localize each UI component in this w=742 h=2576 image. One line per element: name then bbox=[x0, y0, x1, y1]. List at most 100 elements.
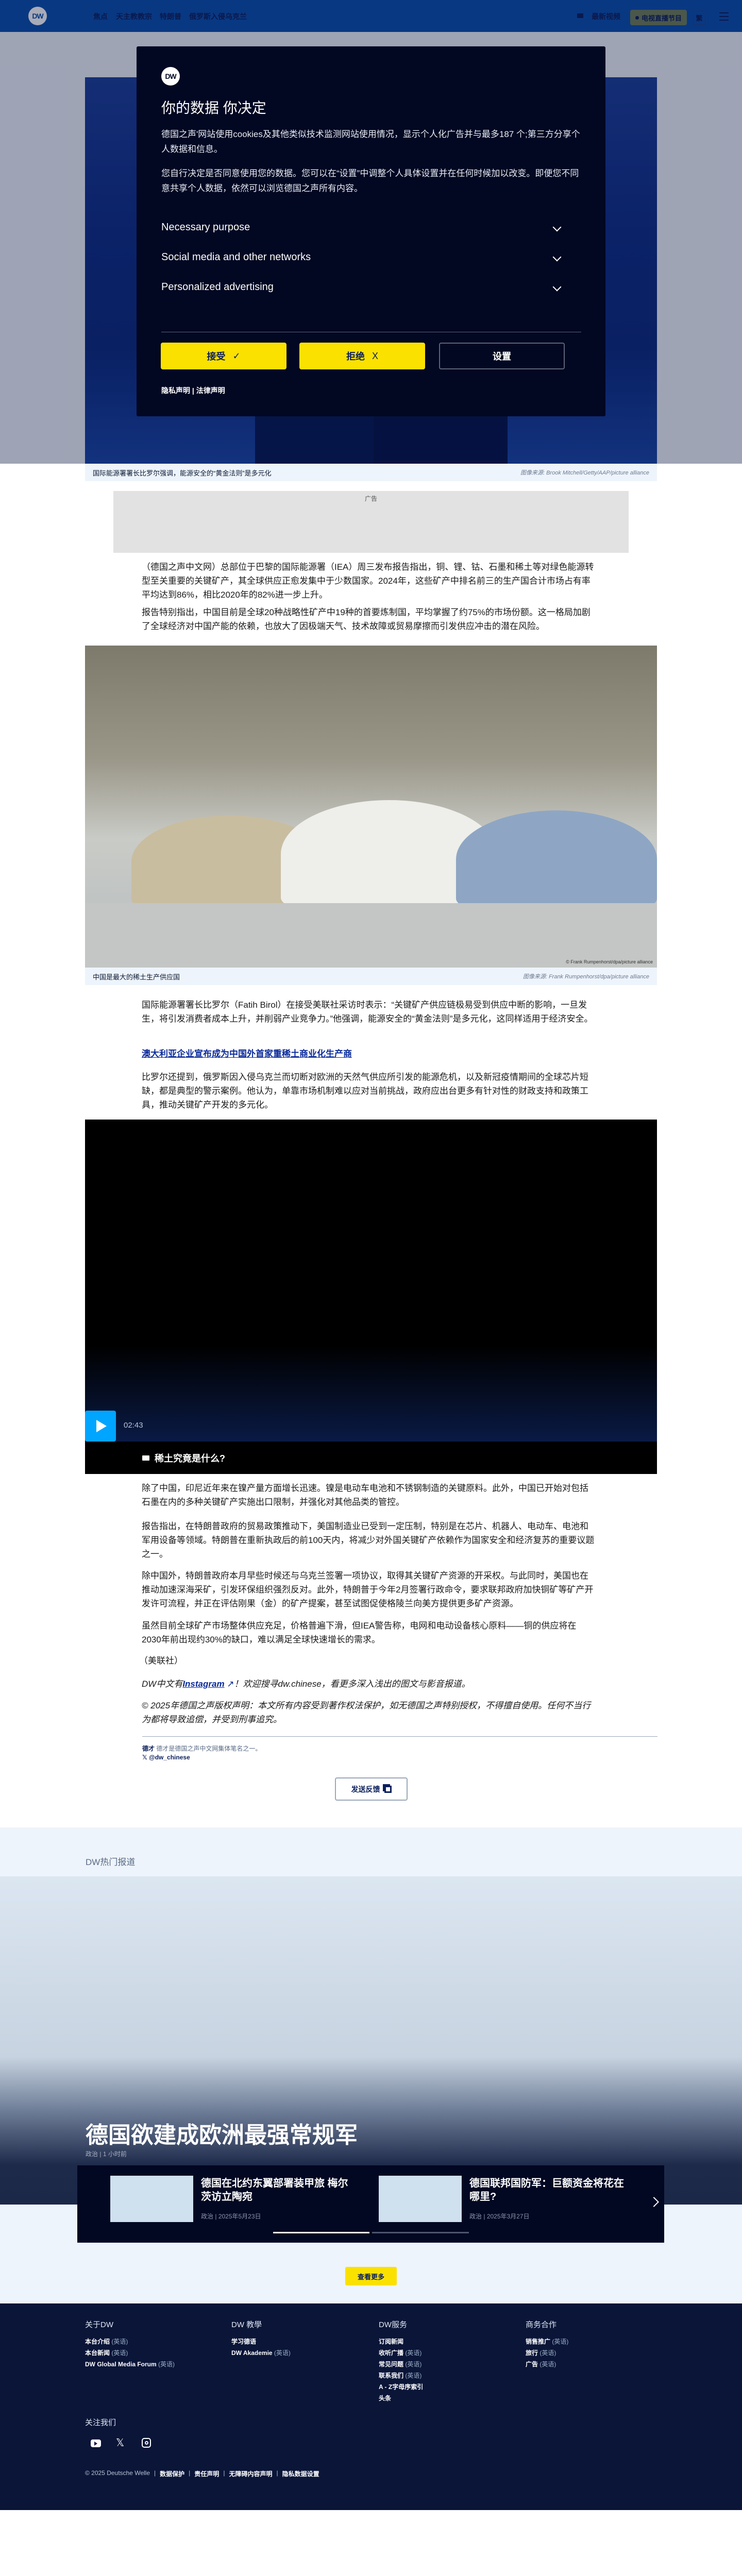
footer-link[interactable]: 头条 bbox=[379, 2393, 423, 2404]
more-button[interactable]: 查看更多 bbox=[345, 2267, 397, 2285]
footer-heading: DW 教學 bbox=[231, 2320, 262, 2329]
image-caption: 中国是最大的稀土生产供应国 图像来源: Frank Rumpenhorst/dp… bbox=[85, 968, 657, 985]
footer-link[interactable]: 学习德语 bbox=[231, 2336, 291, 2347]
settings-button[interactable]: 设置 bbox=[439, 343, 565, 369]
hot-topic-time: 1 小时前 bbox=[103, 2150, 127, 2158]
accept-button[interactable]: 接受 ✓ bbox=[161, 343, 286, 369]
accordion-label: Necessary purpose bbox=[161, 221, 250, 233]
carousel-indicator[interactable] bbox=[372, 2232, 469, 2233]
hot-topic-title[interactable]: 德国欲建成欧洲最强常规军 bbox=[86, 2116, 358, 2149]
article-paragraph: （德国之声中文网）总部位于巴黎的国际能源署（IEA）周三发布报告指出，铜、锂、钴… bbox=[142, 562, 594, 600]
video-duration: 02:43 bbox=[124, 1421, 143, 1430]
article-paragraph: 虽然目前全球矿产市场整体供应充足，价格普遍下滑，但IEA警告称，电网和电动设备核… bbox=[142, 1621, 577, 1645]
article-paragraph: 报告指出，在特朗普政府的贸易政策推动下，美国制造业已受到一定压制，特别是在芯片、… bbox=[142, 1521, 595, 1559]
divider bbox=[142, 1736, 657, 1737]
instagram-link[interactable]: Instagram bbox=[182, 1679, 224, 1689]
accordion-social[interactable]: Social media and other networks bbox=[161, 242, 581, 272]
footer-link[interactable]: 本台介绍 (英语) bbox=[85, 2336, 175, 2347]
footer-heading: 关于DW bbox=[85, 2320, 113, 2329]
card-title[interactable]: 德国联邦国防军：巨额资金将花在哪里? bbox=[469, 2177, 624, 2204]
card-title[interactable]: 德国在北约东翼部署装甲旅 梅尔茨访立陶宛 bbox=[201, 2177, 356, 2204]
related-carousel: 德国在北约东翼部署装甲旅 梅尔茨访立陶宛 政治 | 2025年5月23日 德国联… bbox=[77, 2165, 664, 2243]
rare-earth-image: © Frank Rumpenhorst/dpa/picture alliance bbox=[85, 646, 657, 968]
external-link-icon: ↗ bbox=[224, 1679, 234, 1689]
card-meta: 政治 | 2025年5月23日 bbox=[201, 2213, 261, 2220]
hero-caption: 国际能源署署长比罗尔强调，能源安全的“黄金法则”是多元化 图像来源: Brook… bbox=[85, 464, 657, 481]
privacy-link[interactable]: 隐私声明 bbox=[161, 386, 190, 395]
consent-links: 隐私声明 | 法律声明 bbox=[161, 386, 225, 395]
play-icon bbox=[96, 1420, 107, 1432]
play-button[interactable] bbox=[85, 1411, 116, 1442]
instagram-promo: DW中文有Instagram ↗！欢迎搜寻dw.chinese，看更多深入浅出的… bbox=[142, 1677, 595, 1691]
footer-heading: 商务合作 bbox=[526, 2320, 557, 2329]
carousel-indicator-active[interactable] bbox=[273, 2232, 369, 2233]
chevron-right-icon[interactable] bbox=[649, 2197, 659, 2207]
consent-title: 你的数据 你决定 bbox=[161, 100, 266, 116]
author-box: 德才 德才是德国之声中文网集体笔名之一。 𝕏 @dw_chinese bbox=[142, 1744, 261, 1762]
consent-text: 德国之声'网站使用cookies及其他类似技术监测网站使用情况，显示个人化广告并… bbox=[161, 129, 580, 154]
footer-link[interactable]: 本台新闻 (英语) bbox=[85, 2347, 175, 2359]
footer-column-services: DW服务 订阅新闻 收听广播 (英语) 常见问题 (英语) 联系我们 (英语) … bbox=[379, 2319, 423, 2404]
footer-legal-link[interactable]: 数据保护 bbox=[160, 2469, 184, 2478]
youtube-icon[interactable] bbox=[91, 2439, 101, 2447]
chevron-down-icon bbox=[552, 282, 562, 292]
video-camera-icon bbox=[142, 1455, 149, 1461]
feedback-label: 发送反馈 bbox=[351, 1785, 380, 1793]
footer-legal-link[interactable]: 隐私数据设置 bbox=[282, 2469, 319, 2478]
chevron-down-icon bbox=[552, 223, 562, 232]
powder-pile bbox=[456, 810, 657, 908]
instagram-icon[interactable] bbox=[142, 2438, 151, 2448]
x-icon: 𝕏 bbox=[142, 1754, 147, 1761]
accordion-advertising[interactable]: Personalized advertising bbox=[161, 272, 581, 302]
accordion-necessary[interactable]: Necessary purpose bbox=[161, 212, 581, 242]
card-category: 政治 bbox=[201, 2213, 214, 2220]
footer-heading: DW服务 bbox=[379, 2320, 407, 2329]
footer-link[interactable]: 常见问题 (英语) bbox=[379, 2359, 423, 2370]
accordion-label: Personalized advertising bbox=[161, 281, 274, 293]
footer-link[interactable]: 广告 (英语) bbox=[526, 2359, 568, 2370]
footer-link[interactable]: A - Z字母序索引 bbox=[379, 2381, 423, 2393]
footer-link[interactable]: 销售推广 (英语) bbox=[526, 2336, 568, 2347]
article-paragraph: 报告特别指出，中国目前是全球20种战略性矿产中19种的首要炼制国，平均掌握了约7… bbox=[142, 607, 591, 631]
check-icon: ✓ bbox=[232, 350, 241, 361]
copy-icon bbox=[384, 1785, 392, 1793]
card-thumbnail[interactable] bbox=[379, 2176, 462, 2222]
reject-button[interactable]: 拒绝 X bbox=[299, 343, 425, 369]
footer-column-business: 商务合作 销售推广 (英语) 旅行 (英语) 广告 (英语) bbox=[526, 2319, 568, 2370]
send-feedback-button[interactable]: 发送反馈 bbox=[335, 1777, 408, 1801]
related-article-link[interactable]: 澳大利亚企业宣布成为中国外首家重稀土商业化生产商 bbox=[142, 1047, 595, 1061]
accept-label: 接受 bbox=[207, 351, 226, 362]
settings-label: 设置 bbox=[493, 351, 511, 362]
ad-label: 广告 bbox=[364, 495, 377, 502]
card-thumbnail[interactable] bbox=[110, 2176, 193, 2222]
footer-link[interactable]: DW Global Media Forum (英语) bbox=[85, 2359, 175, 2370]
x-icon[interactable]: 𝕏 bbox=[116, 2436, 124, 2449]
footer-link[interactable]: 联系我们 (英语) bbox=[379, 2370, 423, 2381]
image-caption-credit: 图像来源: Frank Rumpenhorst/dpa/picture alli… bbox=[522, 974, 649, 980]
author-name[interactable]: 德才 bbox=[142, 1745, 155, 1752]
article-paragraph: 国际能源署署长比罗尔（Fatih Birol）在接受美联社采访时表示：“关键矿产… bbox=[142, 1000, 593, 1024]
legal-link[interactable]: 法律声明 bbox=[196, 386, 225, 395]
footer-link[interactable]: 旅行 (英语) bbox=[526, 2347, 568, 2359]
reject-label: 拒绝 bbox=[346, 351, 365, 362]
site-footer: 关于DW 本台介绍 (英语) 本台新闻 (英语) DW Global Media… bbox=[0, 2303, 742, 2510]
follow-us-label: 关注我们 bbox=[85, 2418, 116, 2427]
video-player[interactable] bbox=[85, 1120, 657, 1442]
copyright-notice: © 2025年德国之声版权声明：本文所有内容受到著作权法保护，如无德国之声特别授… bbox=[142, 1701, 591, 1724]
video-title: 稀土究竟是什么? bbox=[155, 1453, 225, 1464]
footer-link[interactable]: 订阅新闻 bbox=[379, 2336, 423, 2347]
footer-legal-link[interactable]: 无障碍内容声明 bbox=[229, 2469, 272, 2478]
footer-link[interactable]: 收听广播 (英语) bbox=[379, 2347, 423, 2359]
hero-caption-credit: 图像来源: Brook Mitchell/Getty/AAP/picture a… bbox=[520, 470, 649, 476]
ig-suffix: ！欢迎搜寻dw.chinese，看更多深入浅出的图文与影音报道。 bbox=[234, 1679, 470, 1689]
hot-topic-meta: 政治 | 1 小时前 bbox=[86, 2150, 127, 2158]
card-category: 政治 bbox=[469, 2213, 482, 2220]
chevron-down-icon bbox=[552, 252, 562, 262]
footer-legal-link[interactable]: 责任声明 bbox=[194, 2469, 219, 2478]
surface bbox=[85, 903, 657, 968]
article-paragraph: 比罗尔还提到，俄罗斯因入侵乌克兰而切断对欧洲的天然气供应所引发的能源危机，以及新… bbox=[142, 1072, 588, 1110]
footer-copyright: © 2025 Deutsche Welle bbox=[85, 2469, 150, 2477]
footer-link[interactable]: DW Akademie (英语) bbox=[231, 2347, 291, 2359]
author-handle[interactable]: @dw_chinese bbox=[149, 1754, 190, 1761]
dw-logo: DW bbox=[161, 67, 180, 86]
